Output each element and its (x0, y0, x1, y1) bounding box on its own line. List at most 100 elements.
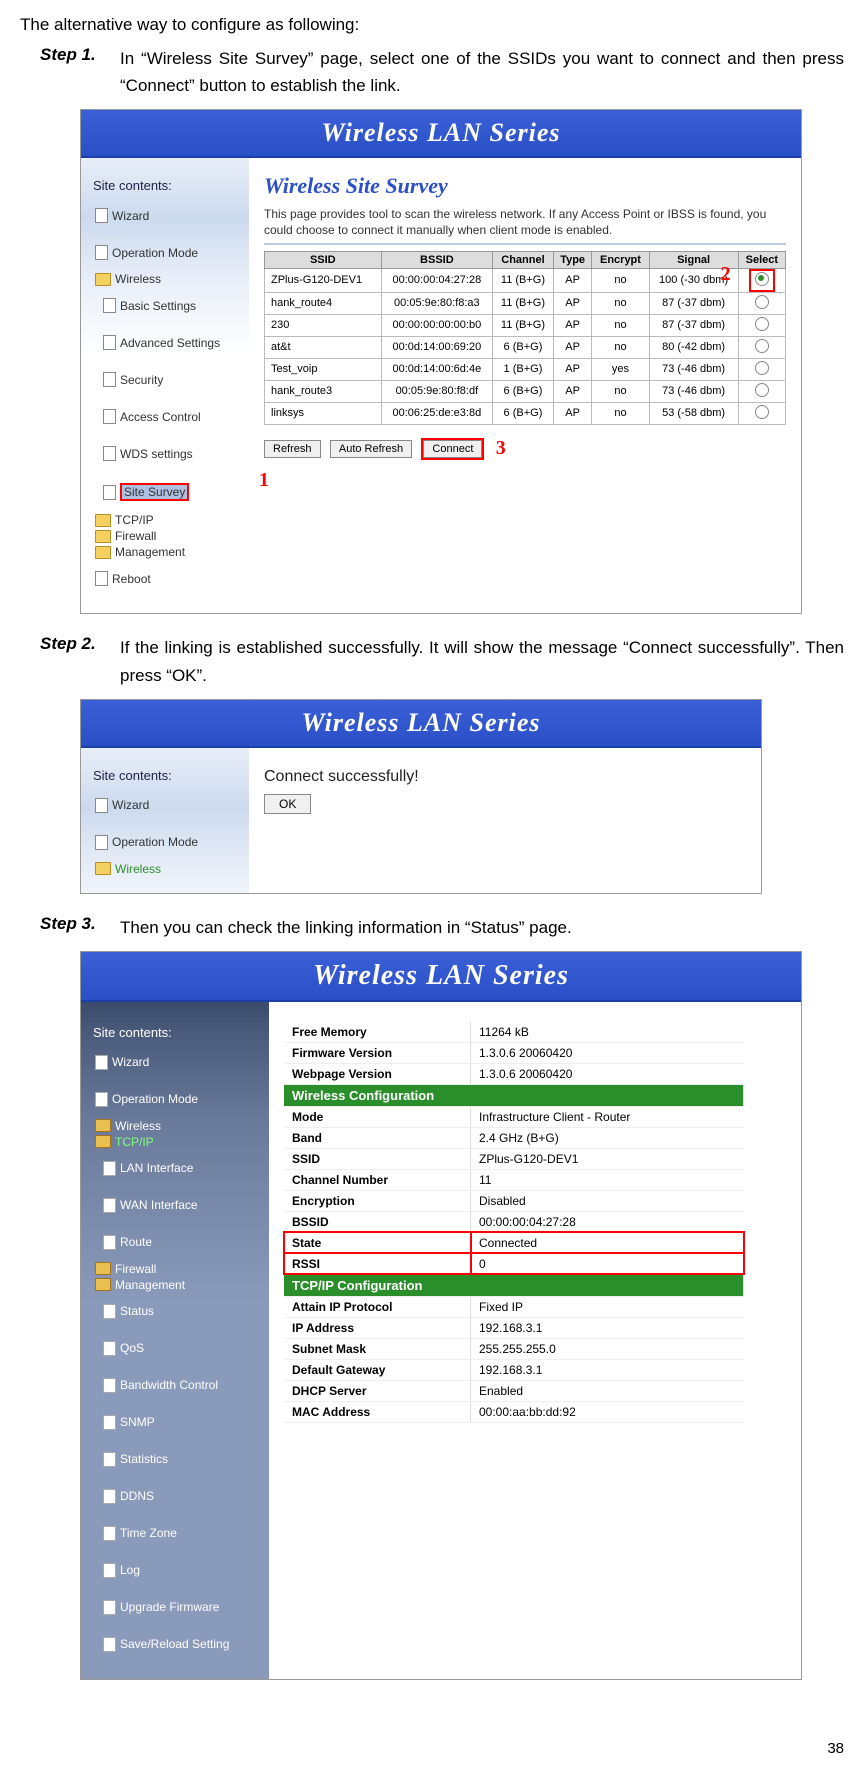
radio-select[interactable] (755, 272, 769, 286)
sidebar-title: Site contents: (93, 178, 249, 193)
nav-status[interactable]: Status (89, 1294, 269, 1329)
survey-heading: Wireless Site Survey (264, 173, 786, 199)
status-value: 1.3.0.6 20060420 (471, 1063, 744, 1084)
nav-wireless[interactable]: Wireless (89, 862, 249, 876)
radio-select[interactable] (755, 405, 769, 419)
radio-select[interactable] (755, 317, 769, 331)
nav-label: Management (115, 1278, 185, 1292)
nav-sec[interactable]: Security (89, 362, 249, 397)
nav-label: Operation Mode (112, 246, 198, 260)
nav-wizard[interactable]: Wizard (89, 198, 249, 233)
table-row: Test_voip00:0d:14:00:6d:4e1 (B+G)APyes73… (265, 358, 786, 380)
nav-tcpip[interactable]: TCP/IP (89, 1135, 269, 1149)
status-value: 192.168.3.1 (471, 1317, 744, 1338)
nav-adv[interactable]: Advanced Settings (89, 325, 249, 360)
col-encrypt: Encrypt (592, 251, 649, 268)
nav-mgmt[interactable]: Management (89, 1278, 269, 1292)
nav-fw[interactable]: Firewall (89, 1262, 269, 1276)
nav-save[interactable]: Save/Reload Setting (89, 1627, 269, 1662)
status-value: 0 (471, 1253, 744, 1274)
status-label: IP Address (284, 1317, 471, 1338)
nav-wds[interactable]: WDS settings (89, 436, 249, 471)
nav-label: Operation Mode (112, 1092, 198, 1106)
nav-wireless[interactable]: Wireless (89, 272, 249, 286)
connect-button[interactable]: Connect (423, 440, 482, 458)
status-label: Firmware Version (284, 1042, 471, 1063)
nav-wizard[interactable]: Wizard (89, 788, 249, 823)
table-row: 23000:00:00:00:00:b011 (B+G)APno87 (-37 … (265, 314, 786, 336)
step2-text: If the linking is established successful… (120, 634, 844, 688)
status-label: Free Memory (284, 1022, 471, 1043)
cell-ch: 11 (B+G) (493, 292, 554, 314)
survey-table: SSID BSSID Channel Type Encrypt Signal S… (264, 251, 786, 425)
col-select: Select (738, 251, 785, 268)
nav-survey[interactable]: Site Survey 1 (89, 473, 249, 511)
marker-3: 3 (496, 437, 506, 459)
nav-label: WAN Interface (120, 1198, 198, 1212)
cell-ssid: at&t (265, 336, 382, 358)
nav-ddns[interactable]: DDNS (89, 1479, 269, 1514)
nav-label: QoS (120, 1341, 144, 1355)
status-label: Subnet Mask (284, 1338, 471, 1359)
connect-success-msg: Connect successfully! (264, 768, 746, 786)
cell-ssid: hank_route3 (265, 380, 382, 402)
col-type: Type (553, 251, 592, 268)
status-value: 00:00:00:04:27:28 (471, 1211, 744, 1232)
nav-fw[interactable]: Firewall (89, 529, 249, 543)
nav-tz[interactable]: Time Zone (89, 1516, 269, 1551)
nav-label: Firewall (115, 529, 156, 543)
status-value: ZPlus-G120-DEV1 (471, 1148, 744, 1169)
nav-reboot[interactable]: Reboot (89, 561, 249, 596)
radio-select[interactable] (755, 339, 769, 353)
nav-ac[interactable]: Access Control (89, 399, 249, 434)
cell-bssid: 00:06:25:de:e3:8d (381, 402, 493, 424)
refresh-button[interactable]: Refresh (264, 440, 321, 458)
nav-tcp[interactable]: TCP/IP (89, 513, 249, 527)
nav-wan[interactable]: WAN Interface (89, 1188, 269, 1223)
nav-snmp[interactable]: SNMP (89, 1405, 269, 1440)
status-label: Channel Number (284, 1169, 471, 1190)
status-value: 255.255.255.0 (471, 1338, 744, 1359)
nav-log[interactable]: Log (89, 1553, 269, 1588)
nav-qos[interactable]: QoS (89, 1331, 269, 1366)
status-label: SSID (284, 1148, 471, 1169)
auto-refresh-button[interactable]: Auto Refresh (330, 440, 412, 458)
nav-opmode[interactable]: Operation Mode (89, 825, 249, 860)
cell-ssid: ZPlus-G120-DEV1 (265, 268, 382, 292)
nav-label: Log (120, 1563, 140, 1577)
cell-ch: 11 (B+G) (493, 314, 554, 336)
nav-route[interactable]: Route (89, 1225, 269, 1260)
nav-basic[interactable]: Basic Settings (89, 288, 249, 323)
table-row: ZPlus-G120-DEV1 00:00:00:04:27:28 11 (B+… (265, 268, 786, 292)
radio-select[interactable] (755, 383, 769, 397)
nav-label: Site Survey (120, 483, 189, 501)
sidebar: Site contents: Wizard Operation Mode Wir… (81, 748, 249, 893)
step1-text: In “Wireless Site Survey” page, select o… (120, 45, 844, 99)
nav-wizard[interactable]: Wizard (89, 1045, 269, 1080)
nav-label: Operation Mode (112, 835, 198, 849)
nav-label: SNMP (120, 1415, 155, 1429)
radio-select[interactable] (755, 295, 769, 309)
cell-type: AP (553, 358, 592, 380)
cell-bssid: 00:05:9e:80:f8:a3 (381, 292, 493, 314)
nav-opmode[interactable]: Operation Mode (89, 235, 249, 270)
col-bssid: BSSID (381, 251, 493, 268)
survey-desc: This page provides tool to scan the wire… (264, 207, 786, 238)
radio-select[interactable] (755, 361, 769, 375)
nav-label: DDNS (120, 1489, 154, 1503)
cell-type: AP (553, 314, 592, 336)
status-value: Disabled (471, 1190, 744, 1211)
nav-bw[interactable]: Bandwidth Control (89, 1368, 269, 1403)
cell-ch: 6 (B+G) (493, 402, 554, 424)
cell-type: AP (553, 336, 592, 358)
ok-button[interactable]: OK (264, 794, 311, 814)
nav-opmode[interactable]: Operation Mode (89, 1082, 269, 1117)
cell-ch: 11 (B+G) (493, 268, 554, 292)
sidebar: Site contents: Wizard Operation Mode Wir… (81, 1002, 269, 1679)
nav-lan[interactable]: LAN Interface (89, 1151, 269, 1186)
nav-upg[interactable]: Upgrade Firmware (89, 1590, 269, 1625)
nav-wireless[interactable]: Wireless (89, 1119, 269, 1133)
nav-stats[interactable]: Statistics (89, 1442, 269, 1477)
cell-bssid: 00:00:00:04:27:28 (381, 268, 493, 292)
nav-mgmt[interactable]: Management (89, 545, 249, 559)
